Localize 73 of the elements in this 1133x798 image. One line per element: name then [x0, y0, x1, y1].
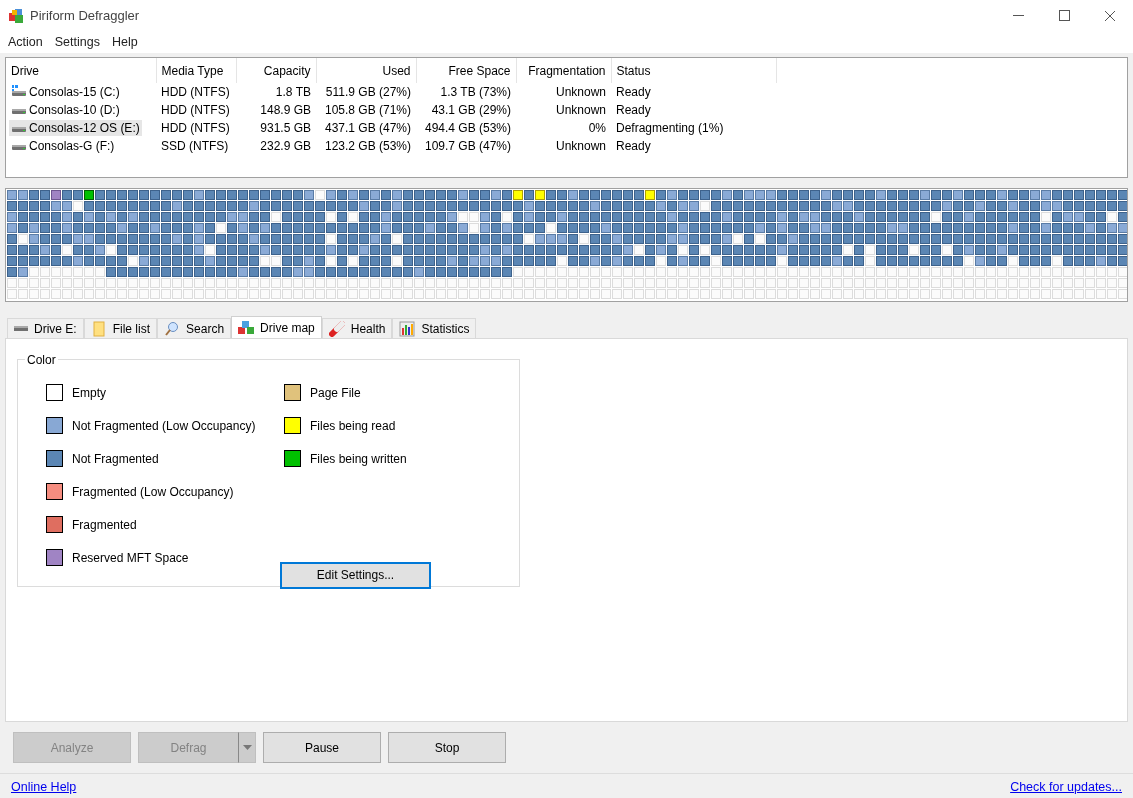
hard-drive-icon: [12, 127, 26, 132]
table-cell: Ready: [616, 103, 651, 117]
legend-label: Reserved MFT Space: [72, 549, 189, 567]
check-updates-link[interactable]: Check for updates...: [1010, 778, 1122, 797]
hard-drive-icon: [12, 85, 26, 96]
table-cell: 1.8 TB: [275, 85, 311, 99]
legend-label: Files being read: [310, 417, 396, 435]
folder-icon: [90, 320, 107, 337]
table-cell: 43.1 GB (29%): [431, 103, 511, 117]
tab[interactable]: Drive map: [231, 316, 322, 338]
hard-drive-icon: [14, 326, 28, 331]
column-header[interactable]: Used: [316, 58, 416, 83]
table-cell: 109.7 GB (47%): [424, 139, 511, 153]
legend-label: Not Fragmented (Low Occupancy): [72, 417, 256, 435]
bar-chart-icon: [399, 320, 416, 337]
action-button[interactable]: Pause: [263, 732, 381, 763]
table-cell: Ready: [616, 139, 651, 153]
column-header[interactable]: Drive: [6, 58, 156, 83]
table-cell: 437.1 GB (47%): [324, 121, 411, 135]
hard-drive-icon: [12, 145, 26, 150]
window-title: Piriform Defraggler: [30, 6, 140, 25]
table-cell: 148.9 GB: [260, 103, 311, 117]
column-header[interactable]: Free Space: [416, 58, 516, 83]
table-cell: 0%: [588, 121, 606, 135]
edit-settings-button[interactable]: Edit Settings...: [280, 561, 431, 589]
table-cell: 494.4 GB (53%): [424, 121, 511, 135]
table-cell: 931.5 GB: [260, 121, 311, 135]
table-cell: Unknown: [555, 103, 606, 117]
table-cell: HDD (NTFS): [161, 85, 230, 99]
legend-label: Fragmented: [72, 516, 137, 534]
table-cell: Ready: [616, 85, 651, 99]
column-header[interactable]: Capacity: [236, 58, 316, 83]
app-logo-icon: [8, 7, 24, 24]
tab[interactable]: Statistics: [392, 318, 477, 338]
action-button[interactable]: Stop: [388, 732, 506, 763]
table-cell: HDD (NTFS): [161, 103, 230, 117]
pill-icon: [328, 320, 345, 337]
table-cell: HDD (NTFS): [161, 121, 230, 135]
close-icon: [1104, 9, 1116, 22]
legend-label: Page File: [310, 384, 361, 402]
table-cell: 1.3 TB (73%): [440, 85, 511, 99]
tab[interactable]: Search: [157, 318, 232, 338]
table-cell: 105.8 GB (71%): [324, 103, 411, 117]
table-cell: Defragmenting (1%): [616, 121, 724, 135]
hard-drive-icon: [12, 109, 26, 114]
table-cell: Unknown: [555, 139, 606, 153]
tab[interactable]: Drive E:: [7, 318, 84, 338]
legend-label: Empty: [72, 384, 106, 402]
column-header[interactable]: Status: [611, 58, 776, 83]
legend-label: Not Fragmented: [72, 450, 159, 468]
column-header[interactable]: Media Type: [156, 58, 236, 83]
table-cell: 511.9 GB (27%): [325, 85, 411, 99]
table-cell: 123.2 GB (53%): [324, 139, 411, 153]
tab[interactable]: Health: [321, 318, 393, 338]
drive-name[interactable]: Consolas-12 OS (E:): [9, 120, 142, 136]
drive-name[interactable]: Consolas-G (F:): [9, 138, 117, 154]
column-header[interactable]: Fragmentation: [516, 58, 611, 83]
menu-item[interactable]: Action: [2, 31, 49, 53]
menu-item[interactable]: Help: [105, 31, 144, 53]
maximize-icon: [1058, 10, 1070, 21]
legend-label: Files being written: [310, 450, 407, 468]
tab[interactable]: File list: [83, 318, 158, 338]
legend-label: Fragmented (Low Occupancy): [72, 483, 234, 501]
menu-item[interactable]: Settings: [48, 31, 106, 53]
search-icon: [164, 320, 181, 337]
table-cell: 232.9 GB: [260, 139, 311, 153]
blocks-icon: [238, 319, 255, 336]
table-cell: Unknown: [555, 85, 606, 99]
drive-name[interactable]: Consolas-15 (C:): [9, 84, 122, 100]
table-cell: SSD (NTFS): [161, 139, 229, 153]
online-help-link[interactable]: Online Help: [11, 778, 77, 797]
drive-name[interactable]: Consolas-10 (D:): [9, 102, 122, 118]
minimize-icon: [1012, 15, 1024, 16]
